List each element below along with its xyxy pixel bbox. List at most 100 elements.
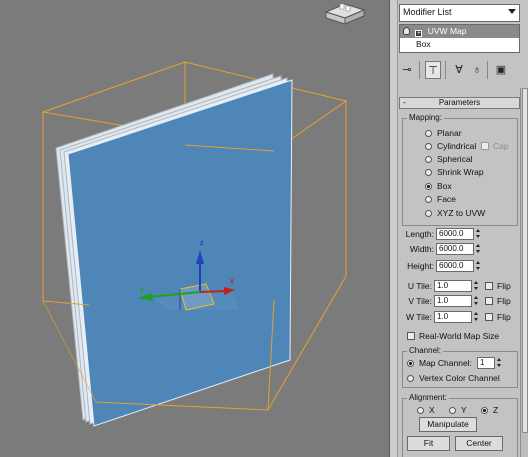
axis-x-label: x xyxy=(230,278,234,285)
radio-dot xyxy=(407,375,414,382)
panel-strip xyxy=(390,0,398,457)
modifier-list-dropdown[interactable]: Modifier List xyxy=(399,4,520,22)
toolbar-divider xyxy=(445,61,446,79)
rollout-title: Parameters xyxy=(438,98,481,107)
v-tile-spinner[interactable] xyxy=(473,295,480,307)
radio-label: Shrink Wrap xyxy=(437,167,484,177)
radio-dot xyxy=(425,130,432,137)
radio-label: Box xyxy=(437,181,452,191)
radio-planar[interactable]: Planar xyxy=(425,128,462,139)
chevron-down-icon xyxy=(508,9,516,14)
w-tile-spinner[interactable] xyxy=(473,311,480,323)
checkbox-label: Real-World Map Size xyxy=(419,331,500,341)
remove-modifier-icon[interactable]: ♁ xyxy=(469,61,485,79)
center-button[interactable]: Center xyxy=(455,436,503,451)
show-end-result-icon[interactable]: ⊤ xyxy=(425,61,441,79)
height-input[interactable]: 6000.0 xyxy=(436,260,474,272)
map-channel-input[interactable]: 1 xyxy=(477,357,495,369)
radio-dot xyxy=(425,143,432,150)
w-tile-row: W Tile: 1.0 Flip xyxy=(402,311,518,323)
fit-button[interactable]: Fit xyxy=(407,436,450,451)
width-label: Width: xyxy=(409,244,434,254)
radio-label: Cylindrical xyxy=(437,141,477,151)
scrollbar-thumb[interactable] xyxy=(522,88,528,433)
radio-vertex-color-channel[interactable]: Vertex Color Channel xyxy=(407,373,500,384)
length-input[interactable]: 6000.0 xyxy=(436,228,474,240)
mapping-title: Mapping: xyxy=(407,113,444,123)
radio-dot xyxy=(425,183,432,190)
panel-scrollbar[interactable] xyxy=(520,88,528,457)
stack-item-label: Box xyxy=(416,39,431,49)
radio-label: Spherical xyxy=(437,154,473,164)
v-tile-row: V Tile: 1.0 Flip xyxy=(402,295,518,307)
modifier-stack[interactable]: + UVW Map Box xyxy=(399,24,520,53)
configure-sets-icon[interactable]: ▣ xyxy=(493,61,509,79)
real-world-map-size-checkbox[interactable]: Real-World Map Size xyxy=(407,331,499,342)
radio-label: Map Channel: xyxy=(419,358,472,368)
u-tile-input[interactable]: 1.0 xyxy=(434,280,472,292)
length-row: Length: 6000.0 xyxy=(402,228,518,240)
radio-box[interactable]: Box xyxy=(425,181,452,192)
checkbox-label: Flip xyxy=(497,281,511,291)
checkbox-box xyxy=(407,332,415,340)
v-flip-checkbox[interactable]: Flip xyxy=(485,296,511,307)
toolbar-divider xyxy=(487,61,488,79)
parameters-rollout-header[interactable]: - Parameters xyxy=(399,97,520,109)
radio-align-x[interactable]: X xyxy=(417,405,435,416)
uvw-plane-object[interactable] xyxy=(55,73,293,427)
viewport-canvas[interactable]: z y x xyxy=(0,0,389,457)
cap-checkbox[interactable]: Cap xyxy=(481,141,509,152)
radio-align-z[interactable]: Z xyxy=(481,405,498,416)
height-spinner[interactable] xyxy=(475,260,482,272)
checkbox-box xyxy=(481,142,489,150)
radio-spherical[interactable]: Spherical xyxy=(425,154,472,165)
w-tile-input[interactable]: 1.0 xyxy=(434,311,472,323)
radio-xyz-to-uvw[interactable]: XYZ to UVW xyxy=(425,208,485,219)
radio-face[interactable]: Face xyxy=(425,194,456,205)
radio-map-channel[interactable]: Map Channel: xyxy=(407,358,472,369)
radio-dot xyxy=(425,169,432,176)
checkbox-box xyxy=(485,313,493,321)
u-tile-row: U Tile: 1.0 Flip xyxy=(402,280,518,292)
width-input[interactable]: 6000.0 xyxy=(436,243,474,255)
v-tile-input[interactable]: 1.0 xyxy=(434,295,472,307)
height-row: Height: 6000.0 xyxy=(402,260,518,272)
stack-item-uvw-map[interactable]: + UVW Map xyxy=(400,25,519,38)
checkbox-box xyxy=(485,282,493,290)
v-tile-label: V Tile: xyxy=(408,296,432,306)
modifier-list-label: Modifier List xyxy=(403,7,452,17)
manipulate-button[interactable]: Manipulate xyxy=(419,417,477,432)
height-label: Height: xyxy=(407,261,434,271)
radio-label: Planar xyxy=(437,128,462,138)
perspective-viewport[interactable]: z y x xyxy=(0,0,389,457)
length-spinner[interactable] xyxy=(475,228,482,240)
u-tile-spinner[interactable] xyxy=(473,280,480,292)
map-channel-spinner[interactable] xyxy=(496,357,503,369)
checkbox-box xyxy=(485,297,493,305)
radio-label: Y xyxy=(461,405,467,415)
radio-cylindrical[interactable]: Cylindrical xyxy=(425,141,476,152)
radio-label: Face xyxy=(437,194,456,204)
expand-plus-icon[interactable]: + xyxy=(415,30,423,37)
u-flip-checkbox[interactable]: Flip xyxy=(485,281,511,292)
radio-dot xyxy=(407,360,414,367)
viewcube-icon[interactable] xyxy=(324,3,366,25)
checkbox-label: Cap xyxy=(493,141,509,151)
radio-label: Vertex Color Channel xyxy=(419,373,500,383)
stack-item-box[interactable]: Box xyxy=(400,38,519,51)
lightbulb-icon[interactable] xyxy=(403,27,410,35)
make-unique-icon[interactable]: ∀ xyxy=(451,61,467,79)
radio-dot xyxy=(425,210,432,217)
radio-shrink-wrap[interactable]: Shrink Wrap xyxy=(425,167,484,178)
radio-align-y[interactable]: Y xyxy=(449,405,467,416)
modify-command-panel: Modifier List + UVW Map Box ⊸ ⊤ ∀ ♁ ▣ - … xyxy=(389,0,528,457)
w-flip-checkbox[interactable]: Flip xyxy=(485,312,511,323)
radio-dot xyxy=(425,156,432,163)
radio-dot xyxy=(425,196,432,203)
u-tile-label: U Tile: xyxy=(407,281,432,291)
pin-stack-icon[interactable]: ⊸ xyxy=(399,61,415,79)
radio-dot xyxy=(417,407,424,414)
stack-toolbar: ⊸ ⊤ ∀ ♁ ▣ xyxy=(399,58,520,82)
length-label: Length: xyxy=(405,229,434,239)
width-spinner[interactable] xyxy=(475,243,482,255)
